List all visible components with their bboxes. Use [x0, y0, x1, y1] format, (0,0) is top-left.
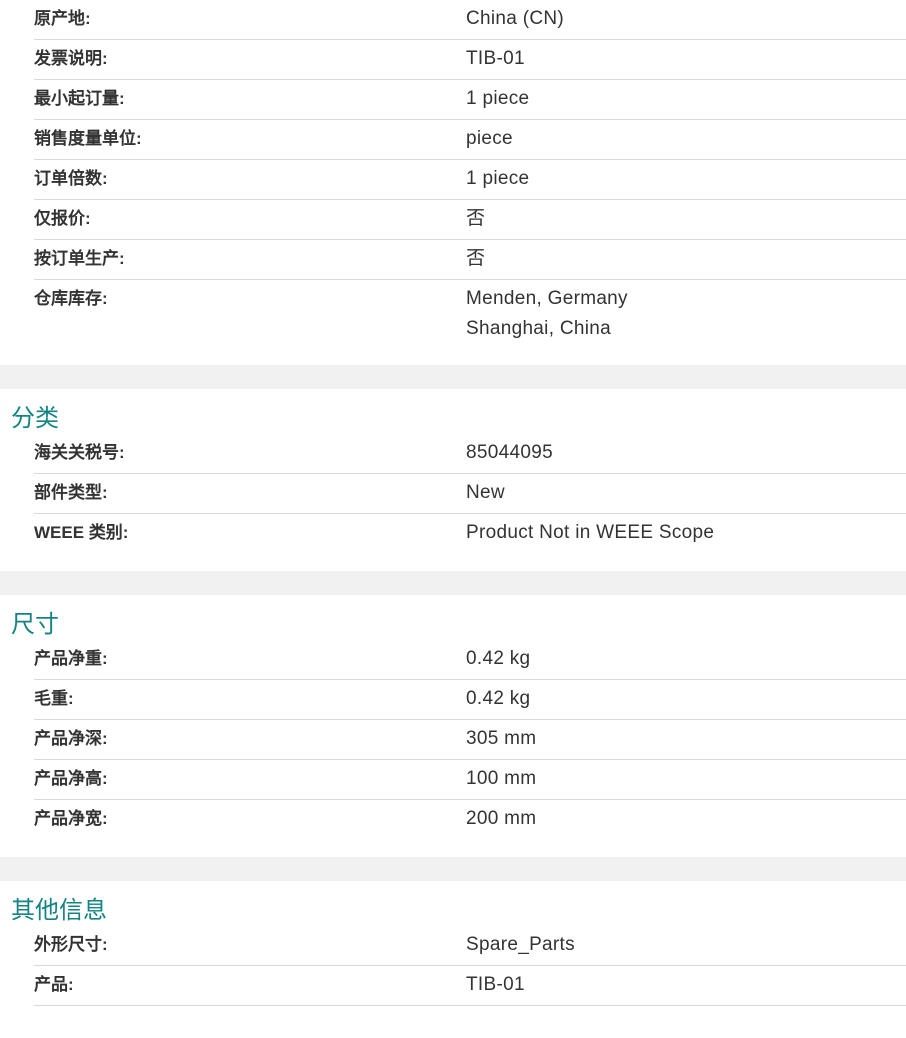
attribute-label: 原产地:	[34, 9, 91, 28]
attribute-row-part-type: 部件类型: New	[34, 474, 906, 514]
attribute-row-quote-only: 仅报价: 否	[34, 200, 906, 240]
other-info-section: 其他信息 外形尺寸: Spare_Parts 产品: TIB-01	[0, 881, 906, 1006]
section-divider	[0, 365, 906, 389]
attribute-row-net-height: 产品净高: 100 mm	[34, 760, 906, 800]
classification-list: 海关关税号: 85044095 部件类型: New WEEE 类别: Produ…	[34, 434, 906, 553]
attribute-label: 发票说明:	[34, 49, 108, 68]
attribute-value: New	[466, 482, 505, 503]
attribute-row-invoice-description: 发票说明: TIB-01	[34, 40, 906, 80]
attribute-label: 最小起订量:	[34, 89, 125, 108]
section-title: 尺寸	[11, 611, 59, 638]
attribute-row-net-weight: 产品净重: 0.42 kg	[34, 640, 906, 680]
attribute-row-minimum-order: 最小起订量: 1 piece	[34, 80, 906, 120]
attribute-label: 产品净宽:	[34, 809, 108, 828]
section-divider	[0, 571, 906, 595]
attribute-label: 外形尺寸:	[34, 935, 108, 954]
attribute-row-net-depth: 产品净深: 305 mm	[34, 720, 906, 760]
attribute-value: 305 mm	[466, 728, 537, 749]
attribute-label: 仓库库存:	[34, 289, 108, 308]
attribute-value: 1 piece	[466, 88, 530, 109]
attribute-value: piece	[466, 128, 513, 149]
section-title: 其他信息	[11, 897, 107, 924]
attribute-row-gross-weight: 毛重: 0.42 kg	[34, 680, 906, 720]
attribute-value: 1 piece	[466, 168, 530, 189]
attribute-label: 产品净重:	[34, 649, 108, 668]
attribute-label: 按订单生产:	[34, 249, 125, 268]
attribute-row-net-width: 产品净宽: 200 mm	[34, 800, 906, 839]
dimensions-section: 尺寸 产品净重: 0.42 kg 毛重: 0.42 kg 产品净深: 305 m…	[0, 595, 906, 857]
attribute-label: 毛重:	[34, 689, 74, 708]
warehouse-location: Shanghai, China	[466, 318, 611, 339]
attribute-row-sales-unit: 销售度量单位: piece	[34, 120, 906, 160]
classification-section: 分类 海关关税号: 85044095 部件类型: New WEEE 类别: Pr…	[0, 389, 906, 571]
general-attributes-section: 原产地: China (CN) 发票说明: TIB-01 最小起订量: 1 pi…	[0, 0, 906, 365]
attribute-label: 产品净深:	[34, 729, 108, 748]
attribute-label: 部件类型:	[34, 483, 108, 502]
attribute-label: 海关关税号:	[34, 443, 125, 462]
attribute-label: 仅报价:	[34, 209, 91, 228]
attribute-value: 0.42 kg	[466, 688, 531, 709]
section-title: 分类	[11, 405, 59, 432]
dimensions-list: 产品净重: 0.42 kg 毛重: 0.42 kg 产品净深: 305 mm 产…	[34, 640, 906, 839]
attribute-row-make-to-order: 按订单生产: 否	[34, 240, 906, 280]
attribute-label: WEEE 类别:	[34, 523, 129, 542]
attribute-value: Spare_Parts	[466, 934, 575, 955]
attribute-row-product: 产品: TIB-01	[34, 966, 906, 1006]
attribute-value: 否	[466, 208, 486, 229]
attribute-row-form-factor: 外形尺寸: Spare_Parts	[34, 926, 906, 966]
attribute-row-warehouse-stock: 仓库库存: Menden, Germany Shanghai, China	[34, 280, 906, 343]
attribute-value: China (CN)	[466, 8, 565, 29]
attribute-row-order-multiple: 订单倍数: 1 piece	[34, 160, 906, 200]
general-attributes-list: 原产地: China (CN) 发票说明: TIB-01 最小起订量: 1 pi…	[34, 0, 906, 343]
attribute-value: TIB-01	[466, 974, 525, 995]
attribute-row-weee-category: WEEE 类别: Product Not in WEEE Scope	[34, 514, 906, 553]
attribute-label: 订单倍数:	[34, 169, 108, 188]
attribute-label: 产品:	[34, 975, 74, 994]
attribute-row-origin: 原产地: China (CN)	[34, 0, 906, 40]
attribute-value: 否	[466, 248, 486, 269]
section-divider	[0, 857, 906, 881]
attribute-value: Product Not in WEEE Scope	[466, 522, 715, 543]
attribute-value: 200 mm	[466, 808, 537, 829]
attribute-value: 100 mm	[466, 768, 537, 789]
attribute-value-list: Menden, Germany Shanghai, China	[466, 280, 906, 343]
other-info-list: 外形尺寸: Spare_Parts 产品: TIB-01	[34, 926, 906, 1006]
attribute-value: 85044095	[466, 442, 553, 463]
attribute-row-customs-tariff: 海关关税号: 85044095	[34, 434, 906, 474]
attribute-value: 0.42 kg	[466, 648, 531, 669]
warehouse-location: Menden, Germany	[466, 288, 628, 309]
attribute-label: 产品净高:	[34, 769, 108, 788]
attribute-label: 销售度量单位:	[34, 129, 142, 148]
attribute-value: TIB-01	[466, 48, 525, 69]
